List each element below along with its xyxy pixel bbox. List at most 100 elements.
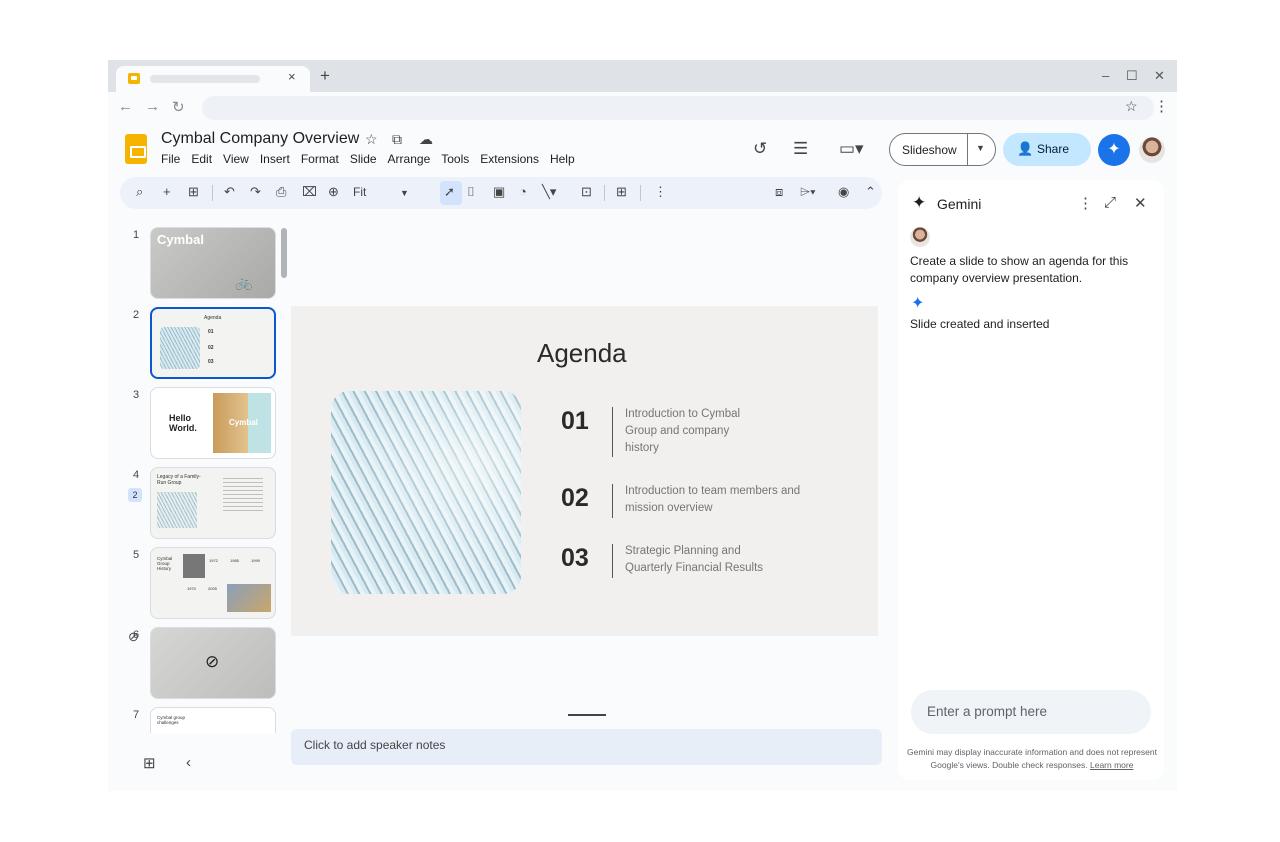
search-icon[interactable]: ⌕ <box>136 184 143 200</box>
thumb-title: Legacy of a Family-Run Group <box>157 474 201 486</box>
comment-count-badge[interactable]: 2 <box>128 488 142 502</box>
menu-arrange[interactable]: Arrange <box>388 152 431 166</box>
thumb-title: Cymbal group challenges <box>157 715 186 725</box>
menu-tools[interactable]: Tools <box>441 152 469 166</box>
paint-format-icon[interactable]: ⌧ <box>302 184 317 200</box>
agenda-text[interactable]: Introduction to team members and mission… <box>625 483 805 517</box>
close-icon[interactable]: ✕ <box>1134 194 1147 212</box>
address-bar: ← → ↻ ☆ ⋮ <box>108 92 1177 122</box>
select-cursor-icon[interactable]: ➚ <box>444 184 455 200</box>
more-options-icon[interactable]: ⋮ <box>1078 194 1093 212</box>
bookmark-star-icon[interactable]: ☆ <box>1125 98 1138 115</box>
redo-icon[interactable]: ↷ <box>250 184 261 200</box>
forward-icon[interactable]: → <box>145 98 160 115</box>
avatar[interactable] <box>1139 137 1165 163</box>
line-icon[interactable]: ╲▾ <box>542 184 556 200</box>
slide-thumbnail-2[interactable]: Agenda 01 02 03 <box>150 307 276 379</box>
agenda-number[interactable]: 01 <box>561 407 589 436</box>
text-box-icon[interactable]: ⌷ <box>467 184 475 200</box>
agenda-text[interactable]: Introduction to Cymbal Group and company… <box>625 406 765 457</box>
record-icon[interactable]: ◉ <box>838 184 849 200</box>
slide-title[interactable]: Agenda <box>537 338 627 369</box>
slides-favicon-icon <box>128 73 140 84</box>
thumb-image <box>157 492 197 528</box>
new-slide-plus-icon[interactable]: + <box>163 184 171 199</box>
video-icon[interactable]: ⊡ <box>581 184 592 200</box>
meet-camera-icon[interactable]: ▭▾ <box>839 139 864 159</box>
image-icon[interactable]: ▣ <box>493 184 505 200</box>
browser-menu-icon[interactable]: ⋮ <box>1154 97 1169 115</box>
menu-extensions[interactable]: Extensions <box>480 152 539 166</box>
cloud-status-icon[interactable]: ☁ <box>419 131 433 148</box>
menu-file[interactable]: File <box>161 152 180 166</box>
agenda-text[interactable]: Strategic Planning and Quarterly Financi… <box>625 543 785 577</box>
architecture-image[interactable] <box>331 391 521 594</box>
gemini-response-message: Slide created and inserted <box>910 317 1050 331</box>
more-options-icon[interactable]: ⋮ <box>654 184 667 200</box>
collapse-toolbar-icon[interactable]: ⌃ <box>865 184 876 200</box>
document-title[interactable]: Cymbal Company Overview <box>161 130 359 148</box>
menu-format[interactable]: Format <box>301 152 339 166</box>
zoom-dropdown-icon[interactable]: ▼ <box>400 188 409 198</box>
menu-slide[interactable]: Slide <box>350 152 377 166</box>
filmstrip-scrollbar[interactable] <box>281 228 287 278</box>
speaker-notes-placeholder: Click to add speaker notes <box>304 738 446 752</box>
menu-edit[interactable]: Edit <box>191 152 212 166</box>
new-tab-icon[interactable]: + <box>320 66 330 86</box>
gemini-sparkle-icon[interactable]: ✦ <box>1098 134 1130 166</box>
agenda-number[interactable]: 03 <box>561 544 589 573</box>
slide-number: 2 <box>133 309 140 321</box>
maximize-icon[interactable]: ☐ <box>1126 68 1138 84</box>
menu-view[interactable]: View <box>223 152 249 166</box>
star-icon[interactable]: ☆ <box>365 131 378 148</box>
agenda-number[interactable]: 02 <box>561 484 589 513</box>
move-folder-icon[interactable]: ⧉ <box>392 131 402 148</box>
thumb-agenda-num: 03 <box>208 359 214 365</box>
grid-view-icon[interactable]: ⊞ <box>143 754 156 772</box>
share-button[interactable]: 👤 Share <box>1003 133 1091 166</box>
gemini-disclaimer: Gemini may display inaccurate informatio… <box>906 746 1158 772</box>
pen-pointer-icon[interactable]: ⌲▾ <box>800 184 816 200</box>
close-window-icon[interactable]: ✕ <box>1154 68 1165 84</box>
new-slide-layout-icon[interactable]: ⊞ <box>188 184 199 200</box>
comments-icon[interactable]: ☰ <box>793 139 808 159</box>
slideshow-divider <box>967 134 968 165</box>
thumb-title: Cymbal <box>157 232 204 247</box>
slide-number: 7 <box>133 709 140 721</box>
zoom-icon[interactable]: ⊕ <box>328 184 339 200</box>
undo-icon[interactable]: ↶ <box>224 184 235 200</box>
url-field[interactable] <box>202 96 1154 120</box>
speaker-notes[interactable]: Click to add speaker notes <box>291 729 882 765</box>
slide-thumbnail-7[interactable]: Cymbal group challenges <box>150 707 276 733</box>
menu-help[interactable]: Help <box>550 152 575 166</box>
prompt-input[interactable]: Enter a prompt here <box>911 690 1151 734</box>
slide-thumbnail-5[interactable]: Cymbal Group History 1972 1985 1999 1970… <box>150 547 276 619</box>
slide-number: 4 <box>133 469 140 481</box>
slideshow-button[interactable]: Slideshow ▼ <box>889 133 996 166</box>
chevron-down-icon[interactable]: ▼ <box>976 143 985 153</box>
slides-logo-icon[interactable] <box>125 134 147 164</box>
slide-thumbnail-4[interactable]: Legacy of a Family-Run Group <box>150 467 276 539</box>
learn-more-link[interactable]: Learn more <box>1090 760 1133 770</box>
expand-icon[interactable]: ⤢ <box>1104 194 1116 211</box>
menu-insert[interactable]: Insert <box>260 152 290 166</box>
version-history-icon[interactable]: ↺ <box>753 139 767 159</box>
minimize-icon[interactable]: – <box>1102 68 1109 83</box>
reload-icon[interactable]: ↻ <box>172 98 185 116</box>
hidden-slide-icon: ⊘ <box>205 652 220 671</box>
menu-bar: File Edit View Insert Format Slide Arran… <box>161 152 575 166</box>
print-icon[interactable]: ⎙ <box>276 184 286 200</box>
shape-icon[interactable]: ◔ <box>519 184 527 199</box>
browser-tab[interactable]: × <box>116 66 310 92</box>
slide-canvas[interactable]: Agenda 01 Introduction to Cymbal Group a… <box>291 306 878 636</box>
slide-thumbnail-3[interactable]: Hello World. Cymbal <box>150 387 276 459</box>
slide-thumbnail-6[interactable]: ⊘ <box>150 627 276 699</box>
slide-thumbnail-1[interactable]: Cymbal 🚲 <box>150 227 276 299</box>
close-tab-icon[interactable]: × <box>288 69 296 84</box>
zoom-select[interactable]: Fit <box>353 185 366 199</box>
notes-resize-handle[interactable] <box>568 714 606 716</box>
add-comment-icon[interactable]: ⊞ <box>616 184 627 200</box>
collapse-filmstrip-icon[interactable]: ‹ <box>186 754 191 771</box>
insert-slide-image-icon[interactable]: ⧈ <box>775 184 783 200</box>
back-icon[interactable]: ← <box>118 98 133 115</box>
